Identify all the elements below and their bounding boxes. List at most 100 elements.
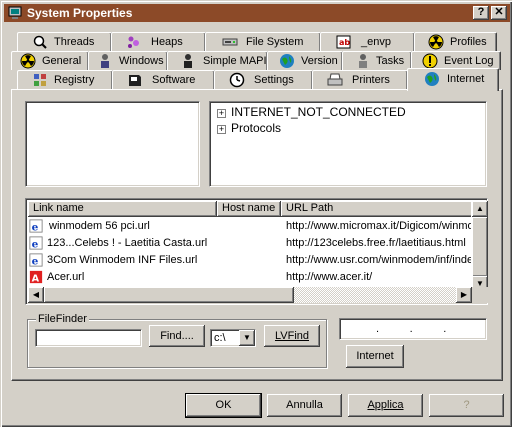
cancel-button[interactable]: Annulla bbox=[267, 394, 342, 417]
globe-icon bbox=[425, 72, 439, 86]
filefinder-input[interactable] bbox=[35, 329, 142, 347]
ie-url-icon: e bbox=[29, 219, 43, 233]
globe-icon bbox=[280, 54, 294, 68]
tab-heaps[interactable]: Heaps bbox=[111, 32, 206, 51]
person-icon bbox=[184, 54, 192, 68]
tab-label: Profiles bbox=[450, 36, 487, 48]
tab-software[interactable]: Software bbox=[112, 70, 215, 89]
person-icon bbox=[101, 54, 109, 68]
window-title: System Properties bbox=[27, 6, 133, 20]
ip-address-field[interactable]: . . . bbox=[339, 318, 487, 340]
heaps-icon bbox=[128, 36, 139, 48]
info-box bbox=[25, 101, 200, 187]
column-header-host-name[interactable]: Host name bbox=[217, 201, 281, 217]
tab-label: Simple MAPI bbox=[203, 55, 267, 67]
tab-settings[interactable]: Settings bbox=[214, 70, 313, 89]
internet-button[interactable]: Internet bbox=[346, 345, 404, 368]
tree-item[interactable]: INTERNET_NOT_CONNECTED bbox=[231, 105, 406, 119]
scroll-up-icon[interactable]: ▲ bbox=[472, 201, 488, 217]
tab-simple-mapi[interactable]: Simple MAPI bbox=[167, 51, 268, 70]
tab-envp[interactable]: ab _envp bbox=[320, 32, 415, 51]
close-button[interactable]: ✕ bbox=[491, 6, 507, 20]
ie-url-icon: e bbox=[29, 253, 43, 267]
drive-select-value: c:\ bbox=[214, 332, 226, 344]
tab-windows[interactable]: Windows bbox=[88, 51, 168, 70]
tab-label: Heaps bbox=[151, 36, 183, 48]
tab-registry[interactable]: Registry bbox=[17, 70, 113, 89]
printer-icon bbox=[327, 73, 343, 86]
clock-icon bbox=[229, 72, 245, 88]
drive-icon bbox=[222, 38, 238, 46]
scroll-right-icon[interactable]: ▶ bbox=[456, 287, 472, 303]
tab-label: Settings bbox=[254, 74, 294, 86]
tab-printers[interactable]: Printers bbox=[312, 70, 408, 89]
cell-link-name: Acer.url bbox=[47, 271, 85, 283]
radiation-icon bbox=[20, 53, 36, 69]
warning-icon bbox=[422, 53, 438, 69]
cell-link-name: 3Com Winmodem INF Files.url bbox=[47, 254, 198, 266]
radiation-icon bbox=[428, 34, 444, 50]
tab-general[interactable]: General bbox=[11, 51, 89, 70]
svg-text:e: e bbox=[32, 255, 39, 267]
lvfind-button[interactable]: LVFind bbox=[264, 325, 320, 347]
drive-select[interactable]: c:\ ▼ bbox=[210, 329, 256, 347]
ip-address-value: . . . bbox=[376, 323, 447, 335]
ab-icon: ab bbox=[336, 35, 351, 49]
help-button[interactable]: ? bbox=[429, 394, 504, 417]
tab-label: Software bbox=[152, 74, 196, 86]
svg-text:ab: ab bbox=[339, 38, 350, 47]
expand-icon[interactable]: + bbox=[217, 109, 226, 118]
acer-url-icon: A bbox=[29, 270, 43, 284]
svg-text:e: e bbox=[32, 238, 39, 250]
tab-label: Tasks bbox=[376, 55, 405, 67]
list-item[interactable]: A Acer.url http://www.acer.it/ bbox=[28, 269, 471, 286]
tab-label: File System bbox=[246, 36, 304, 48]
tab-label: Event Log bbox=[444, 55, 494, 67]
ie-url-icon: e bbox=[29, 236, 43, 250]
computer-icon bbox=[8, 6, 22, 19]
list-item[interactable]: e winmodem 56 pci.url http://www.microma… bbox=[28, 218, 471, 235]
chevron-down-icon[interactable]: ▼ bbox=[239, 330, 255, 346]
tree-item[interactable]: Protocols bbox=[231, 121, 281, 135]
tab-label: General bbox=[42, 55, 82, 67]
apply-label: Applica bbox=[367, 399, 404, 411]
apply-button[interactable]: Applica bbox=[348, 394, 423, 417]
software-icon bbox=[129, 75, 141, 86]
filefinder-label: FileFinder bbox=[36, 313, 89, 325]
column-header-url-path[interactable]: URL Path bbox=[281, 201, 471, 217]
cell-link-name: 123...Celebs ! - Laetitia Casta.url bbox=[47, 237, 208, 249]
cell-url: http://123celebs.free.fr/laetitiaus.html bbox=[286, 237, 466, 249]
lvfind-label: LVFind bbox=[274, 330, 310, 342]
scroll-thumb[interactable] bbox=[472, 217, 488, 277]
tab-label: _envp bbox=[361, 36, 391, 48]
tree-view[interactable]: + INTERNET_NOT_CONNECTED + Protocols bbox=[209, 101, 487, 187]
magnifier-icon bbox=[33, 35, 47, 49]
tab-profiles[interactable]: Profiles bbox=[414, 32, 497, 51]
tab-label: Printers bbox=[352, 74, 390, 86]
find-button[interactable]: Find.... bbox=[149, 325, 205, 347]
system-properties-window: System Properties ? ✕ Threads Heaps File… bbox=[0, 0, 512, 427]
tab-label: Registry bbox=[54, 74, 95, 86]
horizontal-scroll-thumb[interactable] bbox=[44, 287, 294, 303]
tab-label: Internet bbox=[447, 73, 485, 85]
tab-label: Windows bbox=[119, 55, 164, 67]
links-list[interactable]: Link name Host name URL Path e winmodem … bbox=[25, 198, 488, 305]
column-header-link-name[interactable]: Link name bbox=[28, 201, 217, 217]
cell-link-name: winmodem 56 pci.url bbox=[49, 220, 150, 232]
scroll-left-icon[interactable]: ◀ bbox=[28, 287, 44, 303]
svg-text:e: e bbox=[32, 221, 39, 233]
list-item[interactable]: e 123...Celebs ! - Laetitia Casta.url ht… bbox=[28, 235, 471, 252]
help-title-button[interactable]: ? bbox=[473, 6, 489, 20]
tab-version[interactable]: Version bbox=[267, 51, 343, 70]
list-item[interactable]: e 3Com Winmodem INF Files.url http://www… bbox=[28, 252, 471, 269]
tab-label: Threads bbox=[54, 36, 95, 48]
tab-threads[interactable]: Threads bbox=[17, 32, 112, 51]
tab-tasks[interactable]: Tasks bbox=[342, 51, 412, 70]
ok-button[interactable]: OK bbox=[185, 393, 262, 418]
tab-internet[interactable]: Internet bbox=[407, 68, 499, 91]
tab-file-system[interactable]: File System bbox=[205, 32, 321, 51]
person-icon bbox=[359, 54, 367, 68]
tab-label: Version bbox=[301, 55, 338, 67]
cell-url: http://www.usr.com/winmodem/inf/index bbox=[286, 254, 471, 266]
expand-icon[interactable]: + bbox=[217, 125, 226, 134]
